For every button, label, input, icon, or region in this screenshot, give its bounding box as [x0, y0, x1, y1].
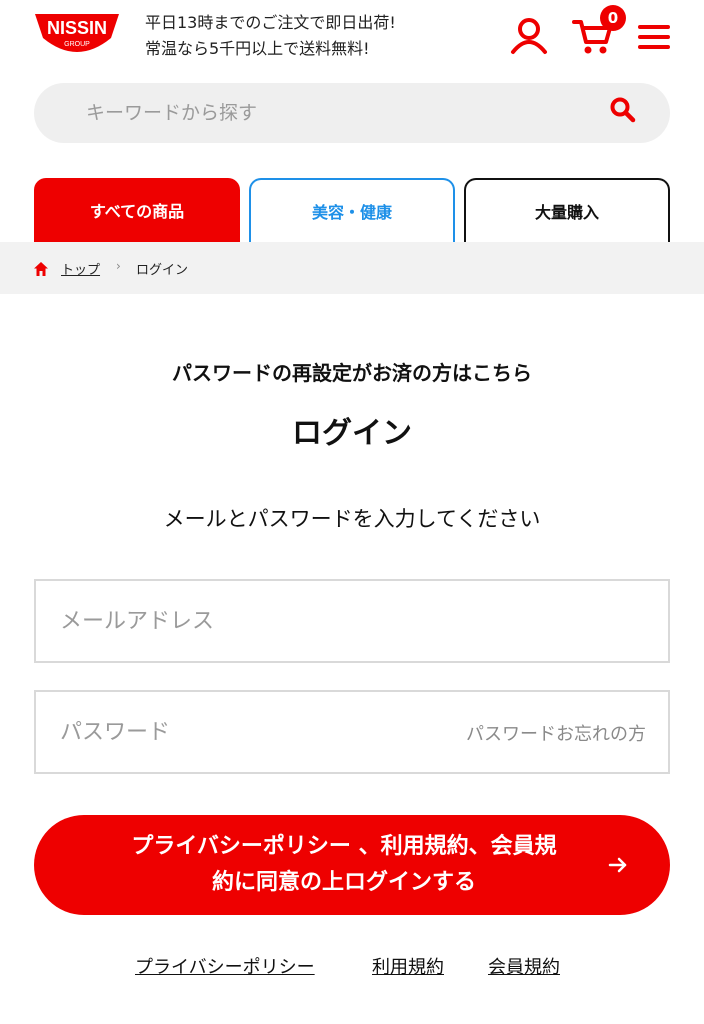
breadcrumb — [0, 242, 704, 294]
password-field-box: パスワードお忘れの方 — [34, 690, 670, 774]
terms-of-use-link[interactable]: 利用規約 — [372, 953, 444, 979]
login-button-line-1: プライバシーポリシー 、利用規約、会員規 — [131, 834, 557, 859]
breadcrumb-current: ログイン — [136, 263, 189, 278]
password-reset-link[interactable]: パスワードの再設定がお済の方はこちら — [0, 357, 704, 386]
login-button-line-2: 約に同意の上ログインする — [211, 870, 476, 895]
home-icon[interactable] — [33, 261, 49, 277]
login-instruction: メールとパスワードを入力してください — [163, 507, 541, 531]
privacy-policy-link[interactable]: プライバシーポリシー — [135, 953, 315, 979]
email-field-box — [34, 579, 670, 663]
cart-count-badge: 0 — [600, 5, 626, 31]
password-field[interactable] — [60, 692, 440, 772]
user-icon[interactable] — [509, 16, 549, 56]
svg-text:NISSIN: NISSIN — [47, 18, 107, 38]
svg-text:GROUP: GROUP — [64, 41, 90, 48]
arrow-right-icon — [606, 853, 630, 877]
promo-line-1: 平日13時までのご注文で即日出荷! — [145, 13, 396, 32]
breadcrumb-separator: › — [116, 259, 121, 273]
forgot-password-link[interactable]: パスワードお忘れの方 — [466, 720, 646, 746]
search-icon[interactable] — [608, 95, 638, 125]
menu-icon[interactable] — [636, 20, 674, 54]
tab-bulk-purchase[interactable]: 大量購入 — [464, 178, 670, 242]
tab-beauty-health[interactable]: 美容・健康 — [249, 178, 455, 242]
membership-terms-link[interactable]: 会員規約 — [488, 953, 560, 979]
search-bar — [34, 83, 670, 143]
breadcrumb-top-link[interactable]: トップ — [61, 259, 100, 278]
email-field[interactable] — [60, 581, 440, 661]
search-input[interactable] — [86, 83, 586, 143]
tab-all-products[interactable]: すべての商品 — [34, 178, 240, 242]
logo-graphic: NISSIN GROUP — [35, 14, 119, 52]
shipping-promo: 平日13時までのご注文で即日出荷! 常温なら5千円以上で送料無料! — [145, 10, 396, 62]
promo-line-2: 常温なら5千円以上で送料無料! — [145, 39, 370, 58]
login-button-label: プライバシーポリシー 、利用規約、会員規 約に同意の上ログインする — [94, 829, 594, 901]
login-button[interactable]: プライバシーポリシー 、利用規約、会員規 約に同意の上ログインする — [34, 815, 670, 915]
page-title: ログイン — [292, 416, 412, 451]
nissin-logo[interactable]: NISSIN GROUP — [33, 12, 121, 60]
site-header: NISSIN GROUP 平日13時までのご注文で即日出荷! 常温なら5千円以上… — [0, 0, 704, 76]
